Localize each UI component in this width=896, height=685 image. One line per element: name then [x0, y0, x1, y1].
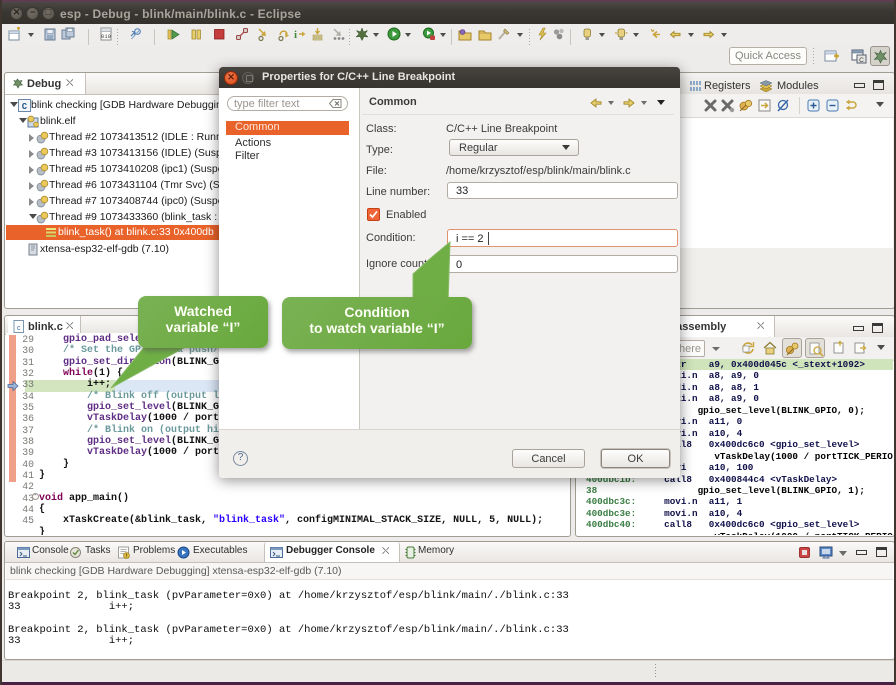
svg-text:c: c — [17, 325, 21, 332]
svg-text:C: C — [859, 57, 864, 64]
svg-text:!: ! — [126, 554, 128, 559]
svg-text:i: i — [294, 29, 297, 41]
svg-text:010: 010 — [101, 33, 111, 40]
svg-text:C: C — [22, 102, 28, 112]
